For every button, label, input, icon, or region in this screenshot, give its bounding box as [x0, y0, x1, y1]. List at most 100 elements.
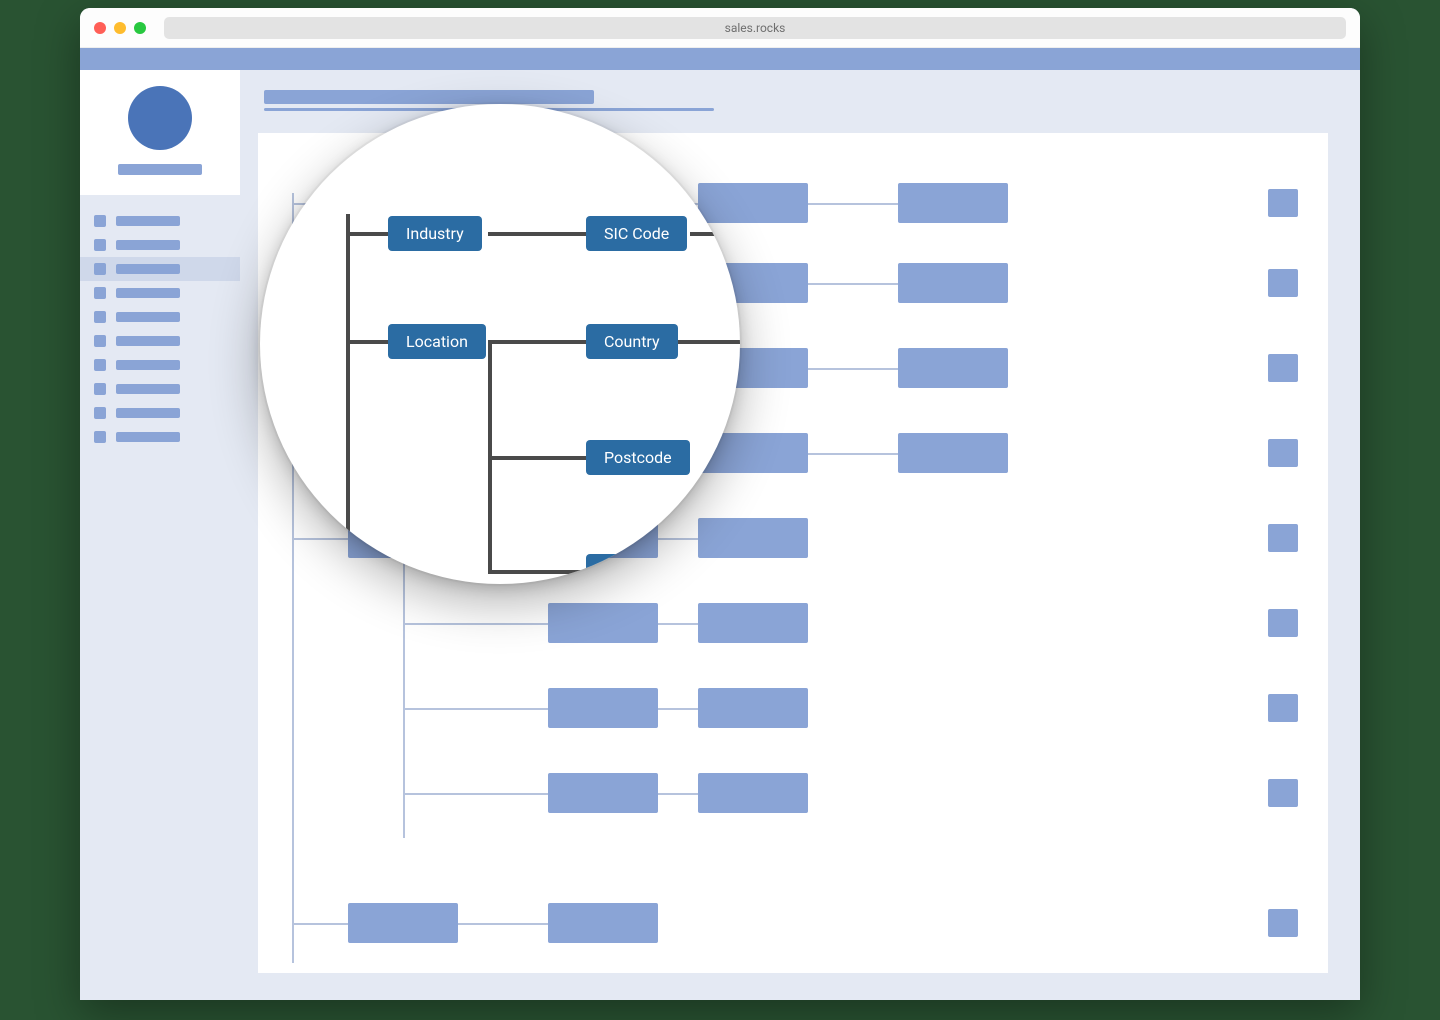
- lens-connector: [346, 340, 390, 344]
- profile-card: [80, 70, 240, 195]
- lens-connector: [488, 456, 588, 460]
- row-action-placeholder[interactable]: [1268, 609, 1298, 637]
- window-controls: [94, 22, 146, 34]
- tree-node-placeholder: [898, 183, 1008, 223]
- filter-tag-industry[interactable]: Industry: [388, 216, 482, 251]
- row-action-placeholder[interactable]: [1268, 779, 1298, 807]
- lens-connector: [488, 570, 588, 574]
- sidebar-item-label-placeholder: [116, 264, 180, 274]
- sidebar-item-icon: [94, 287, 106, 299]
- row-action-placeholder[interactable]: [1268, 269, 1298, 297]
- sidebar-item-label-placeholder: [116, 432, 180, 442]
- sidebar-item-icon: [94, 407, 106, 419]
- lens-connector: [678, 340, 740, 344]
- row-action-placeholder[interactable]: [1268, 354, 1298, 382]
- minimize-icon[interactable]: [114, 22, 126, 34]
- sidebar-item-icon: [94, 431, 106, 443]
- tree-node-placeholder: [548, 603, 658, 643]
- filter-tag-sic-code[interactable]: SIC Code: [586, 216, 687, 251]
- row-action-placeholder[interactable]: [1268, 694, 1298, 722]
- tree-node-placeholder: [548, 688, 658, 728]
- sidebar-item-icon: [94, 311, 106, 323]
- tree-node-placeholder: [348, 903, 458, 943]
- sidebar-item-icon: [94, 335, 106, 347]
- tree-node-placeholder: [898, 433, 1008, 473]
- tree-connector: [808, 368, 898, 370]
- tree-connector: [658, 538, 698, 540]
- lens-trunk-line: [346, 214, 350, 584]
- address-bar[interactable]: sales.rocks: [164, 17, 1346, 39]
- sidebar-item[interactable]: [80, 257, 240, 281]
- app-body: [80, 70, 1360, 1000]
- tree-node-placeholder: [898, 348, 1008, 388]
- sidebar-item-label-placeholder: [116, 360, 180, 370]
- sidebar-item[interactable]: [80, 329, 240, 353]
- nav: [80, 195, 240, 463]
- sidebar-item[interactable]: [80, 209, 240, 233]
- tree-connector: [808, 453, 898, 455]
- sidebar-item-label-placeholder: [116, 288, 180, 298]
- sidebar-item-icon: [94, 239, 106, 251]
- filter-tag-country[interactable]: Country: [586, 324, 678, 359]
- tree-connector: [292, 923, 348, 925]
- tree-connector: [292, 538, 348, 540]
- tree-node-placeholder: [548, 903, 658, 943]
- row-action-placeholder[interactable]: [1268, 439, 1298, 467]
- lens-connector: [488, 340, 588, 344]
- sidebar-item-label-placeholder: [116, 216, 180, 226]
- filter-tag-country-2[interactable]: Country: [586, 554, 678, 584]
- tree-connector: [808, 203, 898, 205]
- sidebar-item[interactable]: [80, 281, 240, 305]
- tree-connector: [658, 708, 698, 710]
- tree-subtrunk-line: [403, 558, 405, 838]
- lens-connector: [346, 232, 390, 236]
- tree-connector: [658, 623, 698, 625]
- tree-connector: [403, 708, 548, 710]
- sidebar-item[interactable]: [80, 425, 240, 449]
- magnifier-lens: Industry SIC Code Location Country Postc…: [260, 104, 740, 584]
- sidebar-item[interactable]: [80, 401, 240, 425]
- sidebar-item-icon: [94, 359, 106, 371]
- maximize-icon[interactable]: [134, 22, 146, 34]
- lens-connector: [690, 232, 740, 236]
- tree-node-placeholder: [698, 603, 808, 643]
- tree-node-placeholder: [698, 518, 808, 558]
- page-title-placeholder: [264, 90, 594, 104]
- tree-connector: [458, 923, 548, 925]
- tree-node-placeholder: [698, 688, 808, 728]
- sidebar-item-label-placeholder: [116, 408, 180, 418]
- filter-tag-location[interactable]: Location: [388, 324, 486, 359]
- app-topbar: [80, 48, 1360, 70]
- browser-window: sales.rocks: [80, 8, 1360, 1000]
- sidebar-item-label-placeholder: [116, 240, 180, 250]
- row-action-placeholder[interactable]: [1268, 909, 1298, 937]
- sidebar-item-icon: [94, 383, 106, 395]
- lens-connector: [488, 232, 588, 236]
- tree-node-placeholder: [548, 773, 658, 813]
- address-bar-text: sales.rocks: [725, 21, 786, 35]
- row-action-placeholder[interactable]: [1268, 524, 1298, 552]
- sidebar: [80, 70, 240, 1000]
- sidebar-item-icon: [94, 263, 106, 275]
- sidebar-item-label-placeholder: [116, 336, 180, 346]
- filter-tag-postcode[interactable]: Postcode: [586, 440, 690, 475]
- tree-connector: [808, 283, 898, 285]
- sidebar-item[interactable]: [80, 233, 240, 257]
- avatar[interactable]: [128, 86, 192, 150]
- profile-name-placeholder: [118, 164, 202, 175]
- tree-connector: [403, 623, 548, 625]
- sidebar-item[interactable]: [80, 305, 240, 329]
- sidebar-item-label-placeholder: [116, 384, 180, 394]
- tree-node-placeholder: [898, 263, 1008, 303]
- sidebar-item-label-placeholder: [116, 312, 180, 322]
- tree-connector: [403, 793, 548, 795]
- close-icon[interactable]: [94, 22, 106, 34]
- titlebar: sales.rocks: [80, 8, 1360, 48]
- sidebar-item-icon: [94, 215, 106, 227]
- sidebar-item[interactable]: [80, 377, 240, 401]
- tree-node-placeholder: [698, 183, 808, 223]
- tree-connector: [658, 793, 698, 795]
- tree-node-placeholder: [698, 773, 808, 813]
- sidebar-item[interactable]: [80, 353, 240, 377]
- row-action-placeholder[interactable]: [1268, 189, 1298, 217]
